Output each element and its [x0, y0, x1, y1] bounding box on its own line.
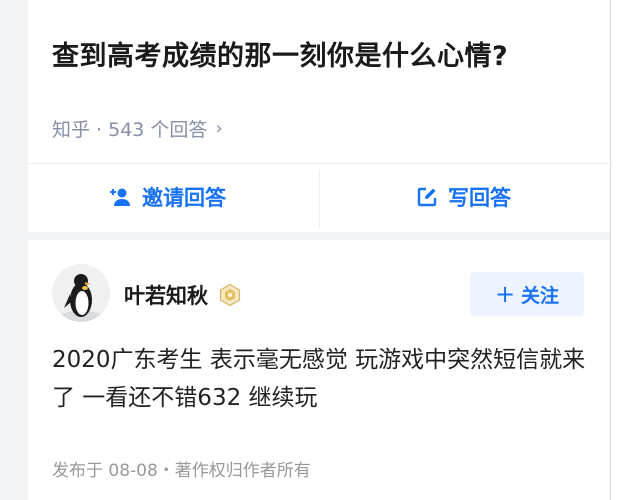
penguin-avatar-icon	[52, 264, 110, 322]
plus-icon: +	[494, 280, 516, 308]
page: 查到高考成绩的那一刻你是什么心情? 知乎 · 543 个回答 › 邀请回答 写回…	[0, 0, 610, 500]
invite-answer-button[interactable]: 邀请回答	[106, 180, 226, 214]
follow-button[interactable]: + 关注	[470, 272, 584, 316]
add-user-icon	[110, 188, 130, 206]
answer-card: 叶若知秋 + 关注 2020广东考生 表示毫无感觉 玩游戏中突然短信就来了 一看…	[28, 240, 610, 500]
chevron-right-icon: ›	[215, 118, 223, 139]
question-meta-text: 知乎 · 543 个回答	[52, 119, 208, 141]
write-answer-button[interactable]: 写回答	[416, 180, 511, 214]
divider	[28, 163, 610, 164]
edit-icon	[417, 187, 437, 207]
answer-meta: 发布于 08-08・著作权归作者所有	[52, 461, 311, 481]
author-line: 叶若知秋	[124, 280, 242, 310]
answer-text[interactable]: 2020广东考生 表示毫无感觉 玩游戏中突然短信就来了 一看还不错632 继续玩	[52, 341, 592, 417]
scroll-edge	[610, 0, 640, 500]
follow-label: 关注	[521, 284, 560, 307]
question-meta-link[interactable]: 知乎 · 543 个回答 ›	[52, 115, 223, 142]
divider	[319, 170, 320, 228]
question-title[interactable]: 查到高考成绩的那一刻你是什么心情?	[52, 34, 508, 73]
write-answer-label: 写回答	[448, 186, 511, 210]
hexagon-badge-icon	[219, 283, 241, 307]
author-name[interactable]: 叶若知秋	[124, 280, 208, 310]
avatar[interactable]	[52, 264, 110, 322]
invite-answer-label: 邀请回答	[142, 186, 226, 210]
question-card: 查到高考成绩的那一刻你是什么心情? 知乎 · 543 个回答 › 邀请回答 写回…	[28, 0, 610, 232]
